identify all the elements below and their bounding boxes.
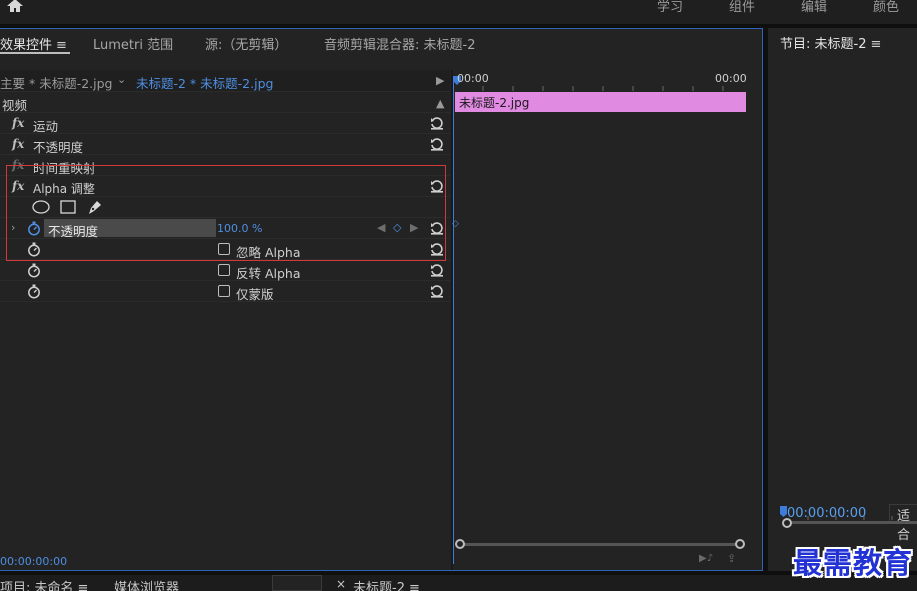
- stopwatch-icon[interactable]: [27, 284, 41, 299]
- program-monitor-panel: 节目: 未标题-2 ≡ 00:00:00:00 适合: [768, 28, 917, 571]
- panel-tabs: 效果控件 ≡ Lumetri 范围 源:（无剪辑） 音频剪辑混合器: 未标题-2: [0, 29, 762, 57]
- workspace-color[interactable]: 颜色: [873, 0, 899, 15]
- watermark-logo: 最需教育: [793, 546, 914, 580]
- program-zoom-handle[interactable]: [782, 518, 792, 528]
- highlight-box: [6, 165, 446, 261]
- reset-icon[interactable]: [430, 263, 444, 277]
- video-section-row: 视频 ▲: [0, 92, 450, 113]
- invert-alpha-label: 反转 Alpha: [236, 266, 301, 281]
- invert-alpha-row[interactable]: 反转 Alpha: [0, 260, 450, 281]
- effect-label-motion: 运动: [33, 119, 59, 134]
- panel-menu-icon[interactable]: ≡: [870, 37, 881, 52]
- tab-effect-controls[interactable]: 效果控件 ≡: [0, 34, 67, 53]
- effect-row-motion[interactable]: fx 运动: [0, 113, 450, 134]
- export-frame-icon[interactable]: ⇪: [727, 552, 736, 565]
- playhead[interactable]: [453, 79, 454, 564]
- master-clip-label[interactable]: 主要 * 未标题-2.jpg: [0, 73, 112, 92]
- effect-controls-panel: 效果控件 ≡ Lumetri 范围 源:（无剪辑） 音频剪辑混合器: 未标题-2 …: [0, 28, 763, 571]
- mask-only-row[interactable]: 仅蒙版: [0, 281, 450, 302]
- fx-icon[interactable]: fx: [12, 116, 24, 130]
- reset-icon[interactable]: [430, 116, 444, 130]
- tab-program[interactable]: 节目: 未标题-2 ≡: [780, 33, 881, 52]
- close-sequence-icon[interactable]: ×: [336, 577, 346, 591]
- current-timecode[interactable]: 00:00:00:00: [0, 555, 67, 568]
- timeline-zoom-scrollbar[interactable]: [455, 539, 745, 549]
- panel-tab-blank[interactable]: [272, 575, 322, 591]
- chevron-down-icon[interactable]: ⌄: [117, 73, 126, 86]
- stopwatch-icon[interactable]: [27, 263, 41, 278]
- effect-timeline[interactable]: 00:00 00:00 未标题-2.jpg ◇ ▶♪ ⇪: [452, 69, 753, 565]
- workspace-learn[interactable]: 学习: [657, 0, 683, 15]
- fx-icon[interactable]: fx: [12, 137, 24, 151]
- tab-source[interactable]: 源:（无剪辑）: [205, 34, 287, 53]
- timeline-ruler[interactable]: 00:00 00:00: [453, 69, 748, 93]
- bottom-panel-strip: 项目: 未命名 ≡ 媒体浏览器 × 未标题-2 ≡: [0, 575, 917, 591]
- invert-alpha-checkbox[interactable]: [218, 264, 230, 276]
- workspace-editing[interactable]: 编辑: [801, 0, 827, 15]
- workspace-bar: 学习 组件 编辑 颜色: [0, 0, 917, 24]
- panel-menu-icon[interactable]: ≡: [409, 581, 420, 591]
- sequence-clip-label[interactable]: 未标题-2 * 未标题-2.jpg: [136, 73, 273, 92]
- ruler-ticks: [453, 76, 724, 91]
- panel-menu-icon[interactable]: ≡: [56, 38, 67, 53]
- tab-project[interactable]: 项目: 未命名 ≡: [0, 577, 88, 591]
- reset-icon[interactable]: [430, 284, 444, 298]
- reset-icon[interactable]: [430, 137, 444, 151]
- tab-media-browser[interactable]: 媒体浏览器: [114, 577, 179, 591]
- program-zoom-track: [787, 521, 917, 524]
- program-ruler[interactable]: [780, 506, 917, 528]
- tab-audio-clip-mixer[interactable]: 音频剪辑混合器: 未标题-2: [324, 34, 475, 53]
- active-tab-indicator: [0, 52, 70, 54]
- tab-lumetri-scopes[interactable]: Lumetri 范围: [93, 34, 173, 53]
- home-icon[interactable]: [5, 0, 25, 12]
- scrollbar-track: [461, 543, 739, 546]
- play-audio-icon[interactable]: ▶♪: [699, 553, 713, 564]
- scroll-handle-right[interactable]: [735, 539, 745, 549]
- timeline-end-tc: 00:00: [715, 72, 747, 85]
- play-only-clip-icon[interactable]: ▶: [436, 74, 444, 87]
- effect-label-opacity: 不透明度: [33, 140, 84, 155]
- timeline-clip[interactable]: 未标题-2.jpg: [455, 92, 746, 112]
- workspace-assembly[interactable]: 组件: [729, 0, 755, 15]
- clip-selector-row: 主要 * 未标题-2.jpg ⌄ 未标题-2 * 未标题-2.jpg ▶: [0, 70, 450, 92]
- video-section-label: 视频: [2, 98, 28, 113]
- collapse-up-icon[interactable]: ▲: [436, 97, 444, 110]
- effect-row-opacity[interactable]: fx 不透明度: [0, 134, 450, 155]
- tab-sequence[interactable]: 未标题-2 ≡: [353, 577, 420, 591]
- timeline-start-tc: 00:00: [457, 72, 489, 85]
- mask-only-label: 仅蒙版: [236, 287, 274, 302]
- mask-only-checkbox[interactable]: [218, 285, 230, 297]
- panel-menu-icon[interactable]: ≡: [78, 581, 89, 591]
- keyframe-marker-icon[interactable]: ◇: [452, 219, 459, 229]
- scroll-handle-left[interactable]: [455, 539, 465, 549]
